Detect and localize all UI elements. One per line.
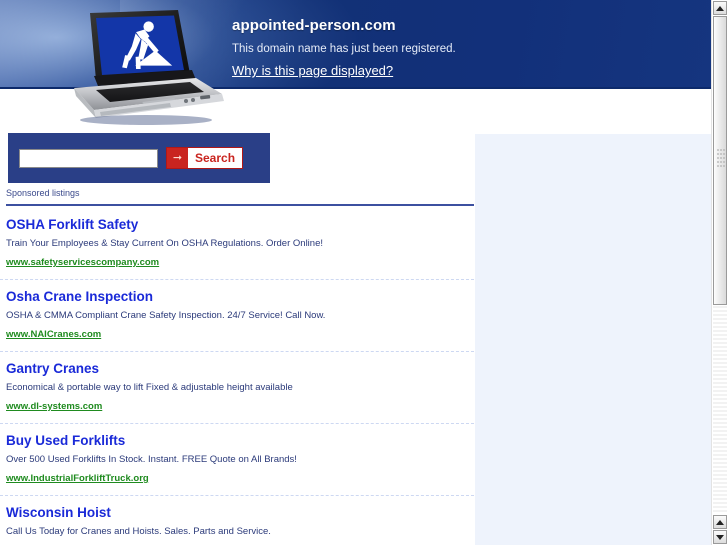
- search-button-label: Search: [195, 151, 236, 165]
- listing-url[interactable]: www.IndustrialForkliftTruck.org: [6, 472, 149, 485]
- listing-description: Call Us Today for Cranes and Hoists. Sal…: [6, 526, 271, 537]
- list-item[interactable]: Gantry Cranes Economical & portable way …: [0, 352, 474, 424]
- listing-title[interactable]: Wisconsin Hoist: [6, 504, 468, 522]
- page-viewport: appointed-person.com This domain name ha…: [0, 0, 711, 545]
- domain-name-title: appointed-person.com: [232, 17, 396, 34]
- list-item[interactable]: OSHA Forklift Safety Train Your Employee…: [0, 208, 474, 280]
- search-button[interactable]: ➞ Search: [166, 147, 244, 169]
- vertical-scrollbar[interactable]: [711, 0, 727, 545]
- listing-description: Over 500 Used Forklifts In Stock. Instan…: [6, 454, 297, 465]
- listing-title[interactable]: OSHA Forklift Safety: [6, 216, 468, 234]
- scroll-up-button-bottom[interactable]: [713, 515, 727, 529]
- list-item[interactable]: Wisconsin Hoist Call Us Today for Cranes…: [0, 496, 474, 545]
- listing-url[interactable]: www.safetyservicescompany.com: [6, 256, 159, 269]
- listing-description: OSHA & CMMA Compliant Crane Safety Inspe…: [6, 310, 326, 321]
- scrollbar-grip-icon: [717, 149, 725, 167]
- listing-title[interactable]: Osha Crane Inspection: [6, 288, 468, 306]
- list-item[interactable]: Buy Used Forklifts Over 500 Used Forklif…: [0, 424, 474, 496]
- scroll-up-arrow-icon: [716, 519, 724, 525]
- scrollbar-thumb[interactable]: [713, 16, 727, 305]
- scroll-up-arrow-icon: [716, 5, 724, 11]
- laptop-construction-worker-icon: [50, 8, 230, 128]
- listing-title[interactable]: Buy Used Forklifts: [6, 432, 468, 450]
- listing-description: Economical & portable way to lift Fixed …: [6, 382, 293, 393]
- list-item[interactable]: Osha Crane Inspection OSHA & CMMA Compli…: [0, 280, 474, 352]
- why-is-this-page-displayed-link[interactable]: Why is this page displayed?: [232, 62, 393, 79]
- listing-url[interactable]: www.dl-systems.com: [6, 400, 102, 413]
- scroll-down-button[interactable]: [713, 530, 727, 544]
- domain-subtitle: This domain name has just been registere…: [232, 43, 456, 55]
- sponsored-listings-list: OSHA Forklift Safety Train Your Employee…: [0, 208, 474, 545]
- sponsored-listings-label: Sponsored listings: [6, 188, 80, 198]
- scroll-down-arrow-icon: [716, 534, 724, 540]
- listing-description: Train Your Employees & Stay Current On O…: [6, 238, 323, 249]
- search-panel: ➞ Search: [8, 133, 270, 183]
- listing-url[interactable]: www.NAICranes.com: [6, 328, 101, 341]
- listing-title[interactable]: Gantry Cranes: [6, 360, 468, 378]
- sponsored-listings-divider: [6, 204, 474, 206]
- banner-text-block: appointed-person.com This domain name ha…: [232, 16, 662, 80]
- arrow-right-icon: ➞: [167, 148, 188, 168]
- right-sidebar-panel: [475, 134, 711, 545]
- search-input[interactable]: [19, 148, 158, 168]
- scroll-up-button[interactable]: [713, 1, 727, 15]
